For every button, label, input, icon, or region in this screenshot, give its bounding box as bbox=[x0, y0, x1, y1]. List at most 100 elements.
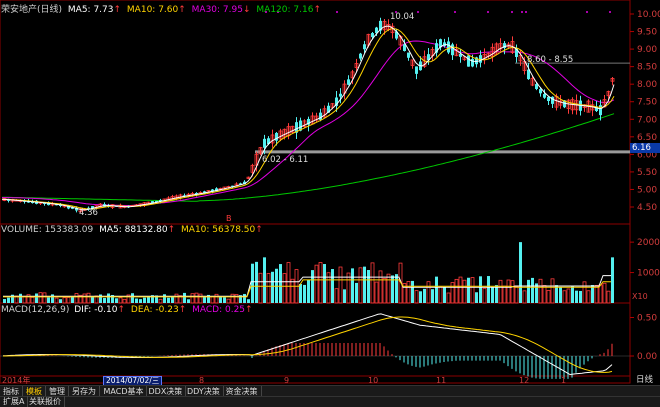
year-label: 2014年 bbox=[2, 376, 31, 385]
volume-bar bbox=[147, 297, 150, 303]
volume-bar bbox=[143, 297, 146, 303]
volume-bar bbox=[531, 277, 534, 303]
volume-bar bbox=[286, 262, 291, 304]
volume-bar bbox=[131, 293, 134, 303]
event-marker bbox=[525, 11, 527, 13]
volume-bar bbox=[562, 290, 567, 304]
volume-bar bbox=[606, 290, 611, 304]
related-quote-tab[interactable]: 关联报价 bbox=[26, 396, 65, 407]
month-12: 12 bbox=[519, 376, 530, 385]
volume-bar bbox=[187, 299, 190, 303]
volume-bar bbox=[454, 278, 459, 304]
event-marker bbox=[586, 11, 588, 13]
volume-ma5: MA5: 88132.80 bbox=[99, 225, 168, 235]
volume-bar bbox=[107, 293, 110, 303]
volume-bar bbox=[299, 283, 302, 303]
price-tick-label: 6.50 bbox=[637, 133, 657, 143]
volume-bar bbox=[234, 294, 239, 304]
range-label-upper: 8.60 - 8.55 bbox=[527, 55, 574, 65]
volume-bar bbox=[435, 276, 438, 303]
candle-body bbox=[319, 112, 322, 120]
volume-bar bbox=[230, 293, 235, 304]
volume-bar bbox=[282, 273, 287, 304]
price-tick-label: 8.50 bbox=[637, 63, 657, 73]
extend-a-tab[interactable]: 扩展A bbox=[0, 396, 29, 407]
volume-bar bbox=[602, 282, 607, 304]
volume-bar bbox=[546, 289, 551, 304]
event-marker bbox=[336, 11, 338, 13]
time-axis: 2014年 2014/07/02/三 8 9 10 11 12 1 bbox=[0, 376, 630, 386]
candle-body bbox=[535, 84, 538, 89]
ma120-legend: MA120: 7.16 bbox=[256, 5, 314, 15]
volume-bar bbox=[467, 277, 470, 303]
volume-bar bbox=[386, 273, 391, 304]
volume-bar bbox=[374, 281, 379, 304]
volume-bar bbox=[475, 292, 478, 303]
volume-bar bbox=[586, 290, 591, 304]
volume-bar bbox=[495, 285, 498, 303]
volume-bar bbox=[446, 292, 451, 304]
candle-body bbox=[371, 33, 374, 38]
volume-bar bbox=[82, 293, 87, 304]
volume-bar bbox=[414, 290, 419, 304]
volume-bar bbox=[3, 299, 6, 303]
macd-tick-label: 0.50 bbox=[637, 314, 657, 324]
volume-bar bbox=[591, 285, 594, 303]
volume-bar bbox=[559, 287, 562, 303]
volume-bar bbox=[271, 271, 274, 303]
candle-body bbox=[263, 138, 266, 148]
volume-bar bbox=[171, 296, 174, 303]
volume-bar bbox=[470, 277, 475, 304]
macd-title: MACD(12,26,9) bbox=[1, 305, 70, 315]
volume-bar bbox=[575, 290, 578, 303]
volume-bar bbox=[71, 296, 74, 303]
volume-bar bbox=[378, 270, 383, 304]
volume-bar bbox=[266, 273, 271, 304]
candle-body bbox=[543, 94, 546, 98]
ma30-legend: MA30: 7.95 bbox=[191, 5, 243, 15]
volume-legend: VOLUME: 153383.09 MA5: 88132.80↑ MA10: 5… bbox=[1, 225, 263, 235]
volume-bar bbox=[258, 272, 263, 304]
volume-bar bbox=[514, 286, 519, 304]
high-price-label: 10.04 bbox=[390, 12, 415, 22]
volume-bar bbox=[343, 289, 346, 303]
volume-bar bbox=[66, 296, 71, 304]
range-label-lower: 6.02 - 6.11 bbox=[262, 155, 309, 165]
volume-bar bbox=[42, 292, 47, 304]
month-11: 11 bbox=[436, 376, 447, 385]
volume-bar bbox=[594, 284, 599, 304]
period-button[interactable]: 日线 bbox=[636, 375, 653, 385]
volume-bar bbox=[538, 278, 543, 304]
volume-bar bbox=[519, 242, 522, 303]
volume-bar bbox=[491, 287, 494, 303]
volume-bar bbox=[358, 267, 363, 304]
volume-bar bbox=[167, 297, 170, 303]
volume-bar bbox=[255, 261, 258, 303]
volume-bar bbox=[62, 297, 67, 304]
macd-legend: MACD(12,26,9) DIF: -0.10↑ DEA: -0.23↑ MA… bbox=[1, 305, 253, 315]
volume-bar bbox=[7, 297, 10, 303]
volume-bar bbox=[419, 291, 422, 303]
volume-bar bbox=[243, 293, 246, 303]
ma5-legend: MA5: 7.73 bbox=[67, 5, 114, 15]
volume-bar bbox=[482, 287, 487, 304]
volume-bar bbox=[351, 268, 354, 303]
month-9: 9 bbox=[284, 376, 290, 385]
candle-body bbox=[451, 44, 454, 56]
volume-bar bbox=[263, 257, 266, 303]
volume-bar bbox=[522, 290, 527, 304]
volume-bar bbox=[86, 292, 91, 304]
volume-bar bbox=[307, 279, 310, 303]
volume-bar bbox=[458, 276, 463, 304]
volume-bar bbox=[370, 262, 375, 304]
volume-bar bbox=[318, 262, 323, 304]
volume-bar bbox=[311, 270, 314, 303]
volume-bar bbox=[163, 294, 166, 303]
candle-body bbox=[479, 55, 482, 63]
volume-bar bbox=[314, 264, 319, 304]
volume-bar bbox=[103, 297, 106, 303]
ma10-legend: MA10: 7.60 bbox=[126, 5, 179, 15]
volume-unit: X10 bbox=[632, 292, 648, 301]
volume-bar bbox=[30, 296, 35, 304]
volume-bar bbox=[363, 266, 366, 303]
